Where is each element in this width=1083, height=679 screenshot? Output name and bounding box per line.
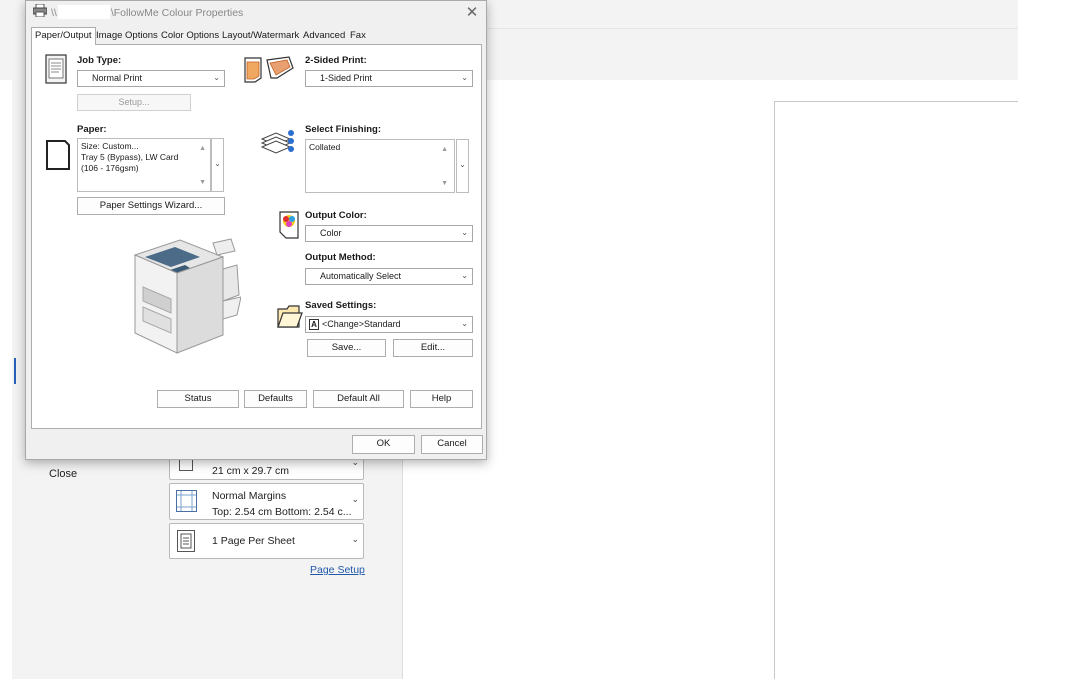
margins-dropdown[interactable]: Normal Margins Top: 2.54 cm Bottom: 2.54…	[169, 483, 364, 520]
paper-icon	[46, 140, 70, 170]
paper-line-weight: (106 - 176gsm)	[81, 163, 139, 173]
tab-layout-watermark[interactable]: Layout/Watermark	[219, 29, 302, 44]
finishing-value: Collated	[309, 142, 341, 152]
title-redaction	[57, 5, 110, 19]
scroll-up-icon[interactable]: ▲	[441, 144, 448, 155]
tab-color-options[interactable]: Color Options	[158, 29, 222, 44]
saved-settings-value: <Change>Standard	[322, 319, 401, 329]
backstage-close-item[interactable]: Close	[49, 468, 77, 480]
page-setup-link[interactable]: Page Setup	[310, 564, 365, 576]
close-icon[interactable]: ✕	[464, 3, 480, 21]
output-method-label: Output Method:	[305, 252, 376, 263]
finishing-dropdown-button[interactable]: ⌄	[456, 139, 469, 193]
saved-settings-label: Saved Settings:	[305, 300, 377, 311]
margins-title: Normal Margins	[212, 490, 287, 502]
two-sided-print-icon	[244, 56, 294, 83]
cancel-button[interactable]: Cancel	[421, 435, 483, 454]
saved-setting-a-icon: A	[309, 319, 319, 330]
chevron-down-icon: ⌄	[351, 494, 359, 504]
title-server-prefix: \\	[51, 7, 57, 19]
chevron-down-icon: ⌄	[351, 534, 359, 544]
nav-selection-indicator	[14, 358, 16, 384]
dialog-titlebar[interactable]: \\ \FollowMe Colour Properties ✕	[26, 1, 486, 23]
two-sided-select[interactable]: 1-Sided Print ⌄	[305, 70, 473, 87]
setup-button[interactable]: Setup...	[77, 94, 191, 111]
output-color-label: Output Color:	[305, 210, 367, 221]
job-type-value: Normal Print	[92, 73, 143, 83]
finishing-icon	[260, 130, 294, 154]
tab-advanced[interactable]: Advanced	[300, 29, 348, 44]
finishing-box[interactable]: Collated ▲ ▼	[305, 139, 455, 193]
paper-output-panel: Job Type: Normal Print ⌄ Setup... 2-Side…	[31, 44, 482, 429]
paper-size-value: 21 cm x 29.7 cm	[212, 465, 290, 477]
pages-per-sheet-value: 1 Page Per Sheet	[212, 535, 295, 547]
printer-illustration	[133, 238, 241, 354]
saved-settings-select[interactable]: A <Change>Standard ⌄	[305, 316, 473, 333]
chevron-down-icon: ⌄	[461, 228, 468, 237]
job-type-select[interactable]: Normal Print ⌄	[77, 70, 225, 87]
output-method-select[interactable]: Automatically Select ⌄	[305, 268, 473, 285]
defaults-button[interactable]: Defaults	[244, 390, 307, 408]
pages-per-sheet-dropdown[interactable]: 1 Page Per Sheet ⌄	[169, 523, 364, 559]
scroll-up-icon[interactable]: ▲	[199, 143, 206, 154]
job-type-label: Job Type:	[77, 55, 122, 66]
title-printer-name: \FollowMe Colour Properties	[110, 7, 244, 19]
saved-settings-folder-icon	[277, 305, 303, 328]
tab-fax[interactable]: Fax	[347, 29, 369, 44]
paper-line-tray: Tray 5 (Bypass), LW Card	[81, 152, 179, 162]
header-divider	[485, 28, 1018, 29]
dialog-title: \\ \FollowMe Colour Properties	[51, 5, 243, 19]
tab-paper-output[interactable]: Paper/Output	[31, 27, 96, 45]
paper-info-box: Size: Custom... Tray 5 (Bypass), LW Card…	[77, 138, 211, 192]
two-sided-label: 2-Sided Print:	[305, 55, 367, 66]
scroll-down-icon[interactable]: ▼	[441, 178, 448, 189]
edit-button[interactable]: Edit...	[393, 339, 473, 357]
window-edge	[1018, 0, 1083, 679]
paper-settings-wizard-button[interactable]: Paper Settings Wizard...	[77, 197, 225, 215]
printer-properties-dialog: \\ \FollowMe Colour Properties ✕ Paper/Ou…	[25, 0, 487, 460]
chevron-down-icon: ⌄	[213, 73, 220, 82]
paper-line-size: Size: Custom...	[81, 141, 139, 151]
scroll-down-icon[interactable]: ▼	[199, 177, 206, 188]
default-all-button[interactable]: Default All	[313, 390, 404, 408]
margins-detail: Top: 2.54 cm Bottom: 2.54 c...	[212, 506, 352, 518]
output-color-icon	[279, 211, 299, 239]
status-button[interactable]: Status	[157, 390, 239, 408]
preview-page	[774, 101, 1024, 679]
page-per-sheet-icon	[177, 530, 195, 552]
ok-button[interactable]: OK	[352, 435, 415, 454]
chevron-down-icon: ⌄	[461, 73, 468, 82]
save-button[interactable]: Save...	[307, 339, 386, 357]
printer-icon	[33, 4, 47, 17]
output-color-select[interactable]: Color ⌄	[305, 225, 473, 242]
tab-image-options[interactable]: Image Options	[93, 29, 161, 44]
job-type-icon	[45, 54, 67, 84]
finishing-label: Select Finishing:	[305, 124, 382, 135]
margins-icon	[176, 490, 197, 512]
output-color-value: Color	[320, 228, 342, 238]
paper-label: Paper:	[77, 124, 107, 135]
two-sided-value: 1-Sided Print	[320, 73, 373, 83]
chevron-down-icon: ⌄	[461, 319, 468, 328]
output-method-value: Automatically Select	[320, 271, 402, 281]
chevron-down-icon: ⌄	[461, 271, 468, 280]
paper-dropdown-button[interactable]: ⌄	[211, 138, 224, 192]
help-button[interactable]: Help	[410, 390, 473, 408]
